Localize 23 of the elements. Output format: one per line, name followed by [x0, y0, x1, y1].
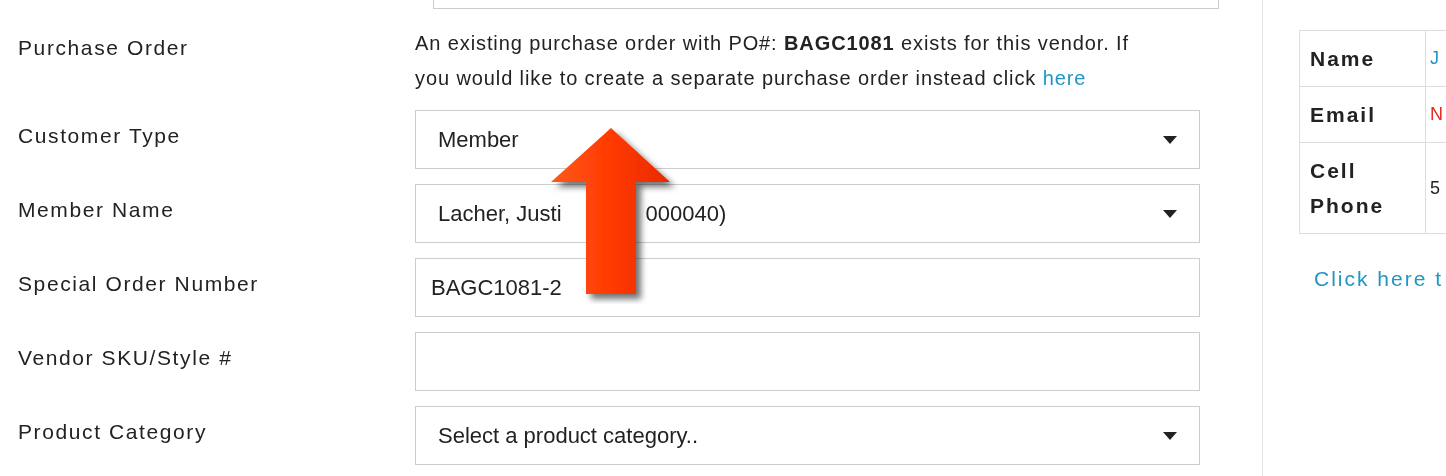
input-field[interactable] — [433, 0, 1219, 9]
field-label: Member Name — [17, 197, 176, 223]
purchase-order-message: An existing purchase order with PO#: BAGC1081 exists for this vendor. If you would like to create a separate purchase order instead click here — [415, 31, 1130, 91]
field-label: Special Order Number — [17, 271, 260, 297]
select-field[interactable]: Member — [415, 110, 1200, 169]
caret-icon — [1163, 431, 1177, 440]
caret-icon — [1163, 209, 1177, 218]
input-field[interactable] — [415, 332, 1200, 391]
select-field[interactable]: Lacher, Justi 000040) — [415, 184, 1200, 243]
field-label: Purchase Order — [17, 35, 190, 61]
field-label: Customer Type — [17, 123, 182, 149]
table-header-cell: Cell Phone — [1299, 142, 1426, 234]
table-cell: N — [1430, 104, 1443, 124]
input-field[interactable]: BAGC1081-2 — [415, 258, 1200, 317]
table-cell: 5 — [1430, 177, 1440, 198]
table-cell: J — [1430, 48, 1439, 68]
caret-icon — [1163, 135, 1177, 144]
table-header-cell: Name — [1299, 30, 1426, 87]
select-field[interactable]: Select a product category.. — [415, 406, 1200, 465]
here-link[interactable]: here — [1042, 66, 1087, 89]
table-header-cell: Email — [1299, 86, 1426, 143]
field-label: Product Category — [17, 419, 209, 445]
field-label: Vendor SKU/Style # — [17, 345, 234, 371]
